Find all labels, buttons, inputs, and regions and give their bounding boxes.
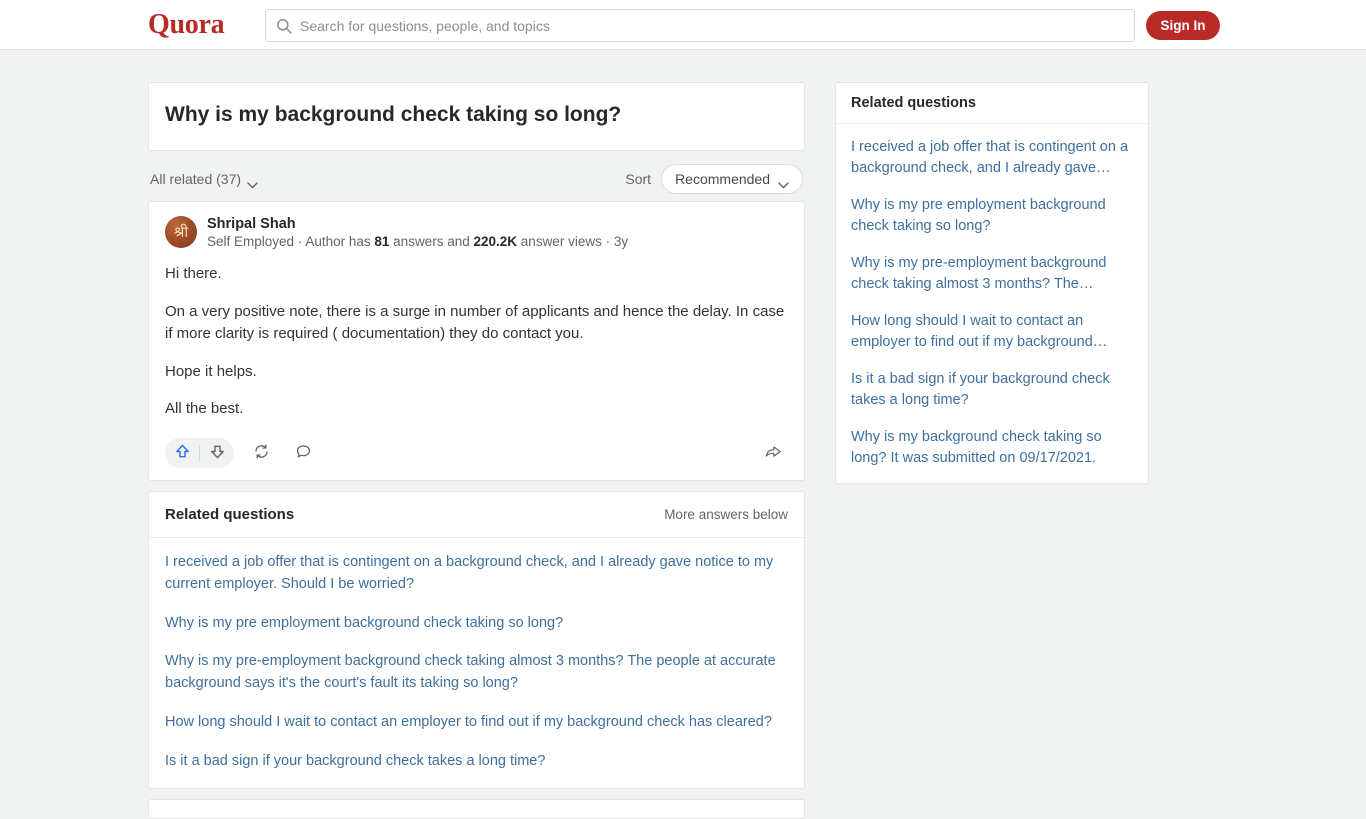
all-related-label: All related (37) <box>150 171 242 188</box>
site-header: Quora Search for questions, people, and … <box>0 0 1366 50</box>
sidebar-question-link[interactable]: Why is my background check taking so lon… <box>851 427 1133 469</box>
answer-actions <box>165 436 788 470</box>
answer-author: श्री Shripal Shah Self Employed · Author… <box>165 216 788 249</box>
vote-pill <box>165 438 234 469</box>
author-credential: Self Employed · Author has 81 answers an… <box>207 234 629 250</box>
sort-value: Recommended <box>675 171 770 188</box>
author-name[interactable]: Shripal Shah <box>207 216 628 232</box>
answer-actions-left <box>165 438 318 469</box>
answer-paragraph: Hope it helps. <box>165 362 257 380</box>
sidebar-related-questions-card: Related questions I received a job offer… <box>835 82 1149 485</box>
answers-count: 81 <box>374 234 390 250</box>
related-question-link[interactable]: How long should I wait to contact an emp… <box>165 712 788 734</box>
answer-filter-row: All related (37) Sort Recommended <box>148 157 805 201</box>
answer-timestamp: 3y <box>613 234 629 250</box>
comment-button[interactable] <box>288 438 318 468</box>
chevron-down-icon <box>778 176 789 189</box>
search-placeholder: Search for questions, people, and topics <box>300 17 550 34</box>
main-column: Why is my background check taking so lon… <box>148 82 805 819</box>
sidebar-question-link[interactable]: I received a job offer that is contingen… <box>851 137 1133 179</box>
page-title: Why is my background check taking so lon… <box>165 103 622 126</box>
repost-button[interactable] <box>246 438 276 468</box>
answer-card: श्री Shripal Shah Self Employed · Author… <box>148 201 805 482</box>
downvote-button[interactable] <box>200 438 234 468</box>
quora-logo[interactable]: Quora <box>148 9 225 41</box>
answer-paragraph: All the best. <box>165 400 244 418</box>
sort-control: Sort Recommended <box>625 164 803 195</box>
sidebar: Related questions I received a job offer… <box>835 82 1149 485</box>
related-questions-title: Related questions <box>165 506 295 524</box>
share-button[interactable] <box>758 438 788 468</box>
sidebar-question-link[interactable]: Is it a bad sign if your background chec… <box>851 369 1133 411</box>
related-question-link[interactable]: Why is my pre employment background chec… <box>165 613 788 635</box>
meta-mid: answers and <box>393 234 470 250</box>
sort-dropdown[interactable]: Recommended <box>661 164 803 195</box>
related-question-link[interactable]: I received a job offer that is contingen… <box>165 552 788 596</box>
sidebar-question-link[interactable]: How long should I wait to contact an emp… <box>851 311 1133 353</box>
next-answer-card-partial <box>148 799 805 819</box>
upvote-button[interactable] <box>165 438 199 468</box>
sidebar-related-title: Related questions <box>836 83 1148 124</box>
upvote-icon <box>174 443 191 463</box>
repost-icon <box>253 443 270 463</box>
answer-body: Hi there. On a very positive note, there… <box>165 263 788 420</box>
all-related-dropdown[interactable]: All related (37) <box>150 171 258 189</box>
more-answers-below-label: More answers below <box>664 507 788 523</box>
views-count: 220.2K <box>473 234 518 250</box>
downvote-icon <box>209 443 226 463</box>
related-questions-list: I received a job offer that is contingen… <box>149 538 804 788</box>
meta-suffix: answer views <box>520 234 602 250</box>
sign-in-button[interactable]: Sign In <box>1146 11 1220 40</box>
search-icon <box>276 18 292 34</box>
search-input[interactable]: Search for questions, people, and topics <box>265 9 1135 42</box>
sort-label: Sort <box>625 171 652 188</box>
question-title-card: Why is my background check taking so lon… <box>148 82 805 152</box>
sidebar-question-link[interactable]: Why is my pre employment background chec… <box>851 195 1133 237</box>
share-icon <box>764 443 782 464</box>
meta-prefix: Author has <box>305 234 371 250</box>
chevron-down-icon <box>247 176 258 189</box>
related-question-link[interactable]: Is it a bad sign if your background chec… <box>165 751 788 773</box>
related-question-link[interactable]: Why is my pre-employment background chec… <box>165 651 788 695</box>
credential-text: Self Employed <box>207 234 295 250</box>
sidebar-question-link[interactable]: Why is my pre-employment background chec… <box>851 253 1133 295</box>
comment-icon <box>295 443 312 463</box>
avatar[interactable]: श्री <box>165 216 197 249</box>
sidebar-related-list: I received a job offer that is contingen… <box>836 124 1148 483</box>
related-questions-header: Related questions More answers below <box>149 492 804 539</box>
answer-paragraph: Hi there. <box>165 265 222 283</box>
related-questions-card: Related questions More answers below I r… <box>148 491 805 790</box>
answer-paragraph: On a very positive note, there is a surg… <box>165 303 785 342</box>
